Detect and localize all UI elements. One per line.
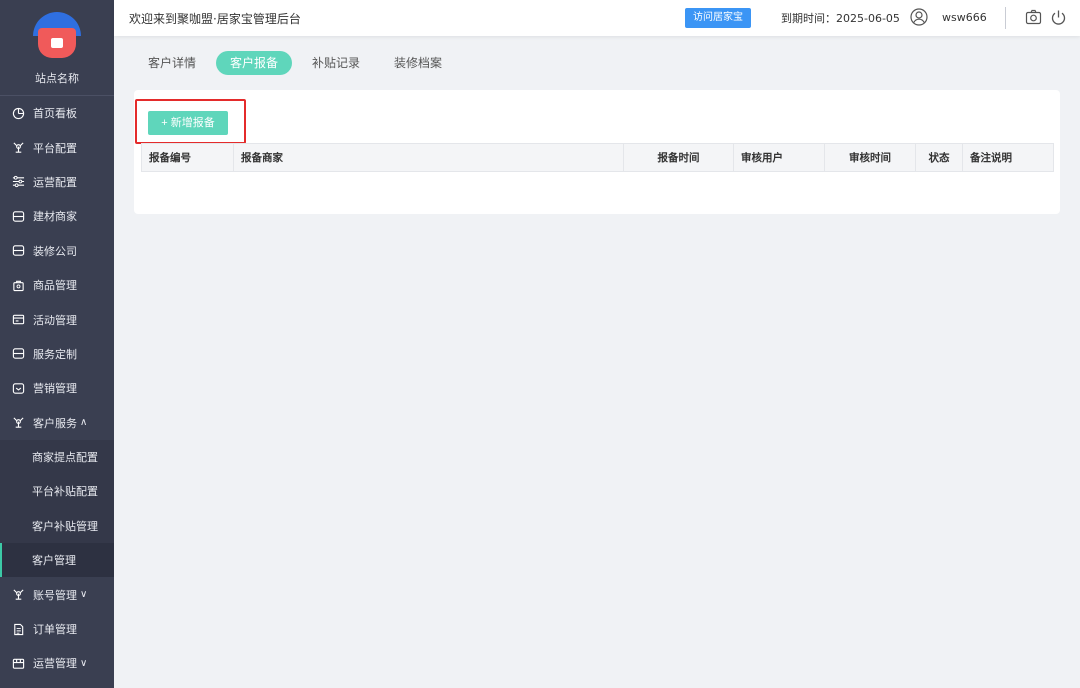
sliders-icon [11, 175, 25, 189]
tab-customer-detail[interactable]: 客户详情 [134, 51, 210, 75]
sidebar-item-marketing[interactable]: 营销管理 [0, 371, 114, 405]
sidebar-item-service[interactable]: 服务定制 [0, 337, 114, 371]
sidebar-subitem-customer-management[interactable]: 客户管理 [0, 543, 114, 578]
sidebar-item-label: 运营管理 [33, 657, 77, 671]
sidebar-item-label: 商品管理 [33, 279, 77, 293]
col-header-report-time[interactable]: 报备时间 [623, 143, 734, 172]
sidebar-item-label: 服务定制 [33, 347, 77, 361]
shop-icon [11, 209, 25, 223]
chevron-down-icon: ∨ [80, 657, 88, 669]
sidebar-logo-area: 站点名称 [0, 0, 114, 96]
tab-bar: 客户详情 客户报备 补贴记录 装修档案 [134, 51, 462, 75]
dashboard-icon [11, 106, 25, 120]
sidebar-item-dashboard[interactable]: 首页看板 [0, 96, 114, 130]
col-header-report-no[interactable]: 报备编号 [141, 143, 234, 172]
sidebar-item-label: 首页看板 [33, 107, 77, 121]
sidebar-item-activity[interactable]: 活动管理 [0, 302, 114, 336]
sidebar-item-label: 客户管理 [32, 554, 76, 568]
sidebar-item-label: 客户服务 [33, 416, 77, 430]
sidebar-item-label: 平台配置 [33, 141, 77, 155]
sidebar-item-label: 活动管理 [33, 313, 77, 327]
username[interactable]: wsw666 [942, 11, 987, 24]
table-header-row: 报备编号 报备商家 报备时间 审核用户 审核时间 状态 备注说明 [141, 143, 1054, 172]
customer-icon [11, 416, 25, 430]
col-header-remark[interactable]: 备注说明 [962, 143, 1054, 172]
visit-site-button[interactable]: 访问居家宝 [685, 8, 751, 28]
power-icon[interactable] [1050, 9, 1067, 26]
header-divider [1005, 7, 1006, 29]
sidebar-item-customer-service[interactable]: 客户服务 ∧ [0, 406, 114, 440]
tab-decoration-archive[interactable]: 装修档案 [380, 51, 456, 75]
expire-date: 到期时间：2025-06-05 [781, 12, 900, 25]
sidebar-subitem-merchant-commission[interactable]: 商家提点配置 [0, 439, 114, 475]
sidebar-menu: 首页看板 平台配置 运营配置 建材商家 装修公司 商品管理 活动管理 服务定制 [0, 96, 114, 681]
marketing-icon [11, 381, 25, 395]
service-icon [11, 347, 25, 361]
company-icon [11, 244, 25, 258]
sidebar-item-orders[interactable]: 订单管理 [0, 612, 114, 646]
sidebar-item-account[interactable]: 账号管理 ∨ [0, 577, 114, 611]
sidebar-item-label: 平台补贴配置 [32, 485, 98, 499]
sidebar-item-materials-merchant[interactable]: 建材商家 [0, 199, 114, 233]
sidebar-item-label: 客户补贴管理 [32, 519, 98, 533]
sidebar-item-label: 建材商家 [33, 210, 77, 224]
sidebar-item-operation-config[interactable]: 运营配置 [0, 165, 114, 199]
sidebar-item-label: 订单管理 [33, 623, 77, 637]
tab-customer-report[interactable]: 客户报备 [216, 51, 293, 75]
site-name: 站点名称 [35, 72, 79, 85]
col-header-merchant[interactable]: 报备商家 [233, 143, 624, 172]
sidebar-item-platform[interactable]: 平台配置 [0, 130, 114, 164]
page-title: 欢迎来到聚咖盟·居家宝管理后台 [129, 11, 301, 26]
sidebar-item-label: 装修公司 [33, 244, 77, 258]
col-header-review-time[interactable]: 审核时间 [824, 143, 916, 172]
chevron-down-icon: ∨ [80, 589, 88, 601]
sidebar: 站点名称 首页看板 平台配置 运营配置 建材商家 装修公司 商品管理 活动管理 … [0, 0, 114, 688]
report-table: 报备编号 报备商家 报备时间 审核用户 审核时间 状态 备注说明 [141, 143, 1054, 172]
sidebar-subitem-customer-subsidy[interactable]: 客户补贴管理 [0, 508, 114, 544]
sidebar-item-label: 运营配置 [33, 175, 77, 189]
activity-icon [11, 313, 25, 327]
report-card: + 新增报备 报备编号 报备商家 报备时间 审核用户 审核时间 状态 备注说明 [134, 90, 1060, 214]
account-icon [11, 588, 25, 602]
tab-subsidy-record[interactable]: 补贴记录 [298, 51, 374, 75]
sidebar-item-label: 商家提点配置 [32, 451, 98, 465]
site-logo-icon [33, 12, 81, 60]
order-icon [11, 622, 25, 636]
add-report-button[interactable]: + 新增报备 [148, 111, 228, 135]
sidebar-item-label: 营销管理 [33, 382, 77, 396]
top-header: 欢迎来到聚咖盟·居家宝管理后台 访问居家宝 到期时间：2025-06-05 ws… [114, 0, 1080, 36]
operation-icon [11, 656, 25, 670]
user-avatar-icon[interactable] [910, 8, 928, 26]
sidebar-item-label: 账号管理 [33, 588, 77, 602]
goods-icon [11, 278, 25, 292]
screenshot-icon[interactable] [1025, 9, 1042, 26]
sidebar-item-goods[interactable]: 商品管理 [0, 268, 114, 302]
chevron-up-icon: ∧ [80, 417, 88, 429]
sidebar-subitem-platform-subsidy[interactable]: 平台补贴配置 [0, 474, 114, 509]
sidebar-item-decoration-company[interactable]: 装修公司 [0, 234, 114, 268]
platform-icon [11, 141, 25, 155]
col-header-reviewer[interactable]: 审核用户 [733, 143, 825, 172]
sidebar-item-operation[interactable]: 运营管理 ∨ [0, 646, 114, 680]
col-header-status[interactable]: 状态 [915, 143, 963, 172]
